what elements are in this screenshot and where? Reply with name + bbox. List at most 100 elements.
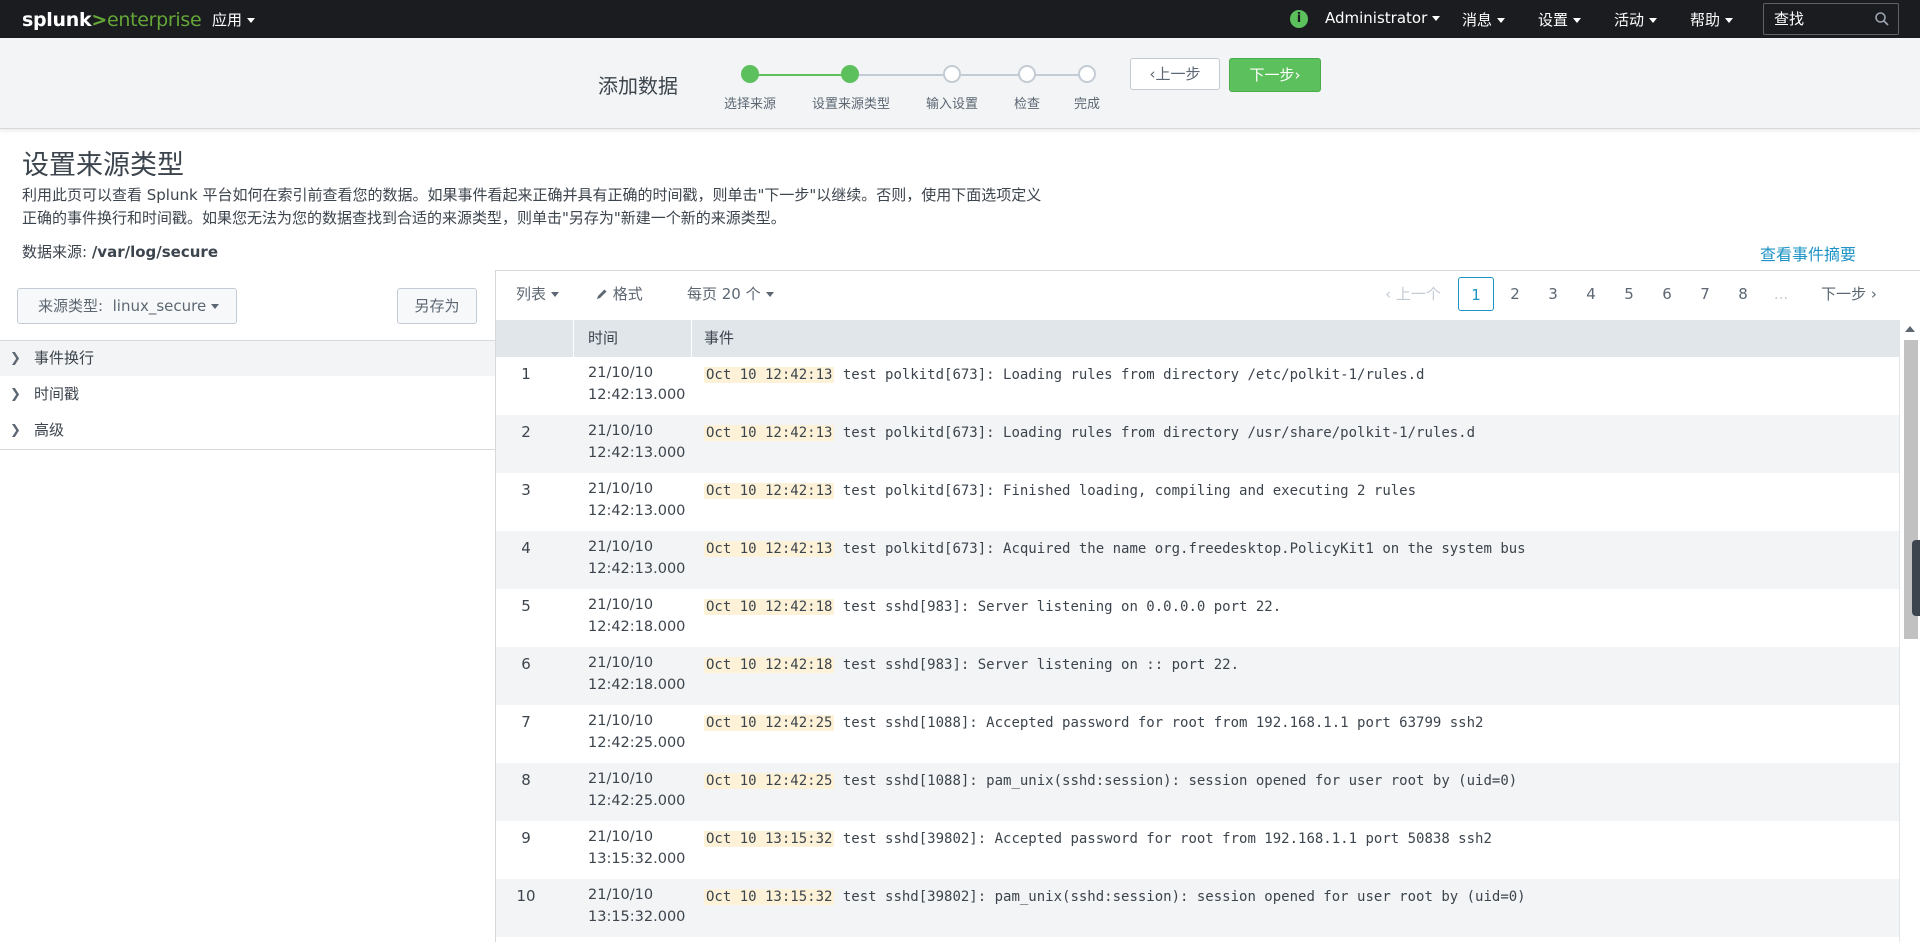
- chevron-right-icon: ›: [1866, 285, 1877, 303]
- event-column-header[interactable]: 事件: [704, 320, 734, 357]
- sourcetype-value: linux_secure: [112, 297, 207, 315]
- table-row[interactable]: 1 21/10/10 12:42:13.000 Oct 10 12:42:13 t…: [496, 357, 1899, 415]
- event-timestamp-highlight: Oct 10 12:42:13: [704, 483, 835, 499]
- event-text: Oct 10 12:42:13 test polkitd[673]: Acqui…: [704, 538, 1526, 560]
- table-row[interactable]: 5 21/10/10 12:42:18.000 Oct 10 12:42:18 t…: [496, 589, 1899, 647]
- accordion-label: 事件换行: [34, 349, 95, 367]
- page-8-button[interactable]: 8: [1728, 277, 1758, 311]
- step-dot-5: [1078, 65, 1096, 83]
- page-4-button[interactable]: 4: [1576, 277, 1606, 311]
- event-clock: 12:42:25.000: [588, 793, 686, 809]
- page-3-button[interactable]: 3: [1538, 277, 1568, 311]
- search-input[interactable]: [1772, 9, 1876, 29]
- wizard-title: 添加数据: [598, 74, 678, 98]
- per-page-dropdown[interactable]: 每页 20 个: [687, 283, 774, 304]
- chevron-right-icon: ›: [1294, 66, 1301, 84]
- event-timestamp-highlight: Oct 10 12:42:13: [704, 541, 835, 557]
- previous-page-button[interactable]: ‹ 上一个: [1378, 277, 1448, 311]
- event-timestamp-highlight: Oct 10 13:15:32: [704, 889, 835, 905]
- logo-chevron: >: [91, 9, 107, 31]
- step-label-4: 检查: [1013, 97, 1041, 112]
- table-row[interactable]: 10 21/10/10 13:15:32.000 Oct 10 13:15:32 …: [496, 879, 1899, 937]
- accordion-timestamp[interactable]: ❯ 时间戳: [0, 377, 495, 412]
- event-text: Oct 10 12:42:18 test sshd[983]: Server l…: [704, 596, 1281, 618]
- page-7-button[interactable]: 7: [1690, 277, 1720, 311]
- view-event-summary-link[interactable]: 查看事件摘要: [1760, 241, 1856, 265]
- info-icon[interactable]: i: [1290, 10, 1308, 28]
- global-search[interactable]: [1763, 3, 1899, 35]
- events-toolbar: 列表 格式 每页 20 个 ‹ 上一个 1 2 3 4 5 6 7 8 ... …: [496, 271, 1920, 320]
- page-description: 利用此页可以查看 Splunk 平台如何在索引前查看您的数据。如果事件看起来正确…: [22, 186, 1042, 227]
- event-time: 21/10/10 12:42:25.000: [588, 768, 685, 812]
- user-menu[interactable]: Administrator: [1325, 9, 1441, 27]
- next-step-button[interactable]: 下一步›: [1229, 58, 1321, 92]
- event-date: 21/10/10: [588, 829, 654, 845]
- step-label-3: 输入设置: [925, 97, 979, 112]
- accordion-event-breaks[interactable]: ❯ 事件换行: [0, 341, 495, 376]
- accordion-advanced[interactable]: ❯ 高级: [0, 413, 495, 448]
- next-step-label: 下一步: [1249, 66, 1295, 84]
- step-connector-done: [750, 74, 850, 76]
- event-time: 21/10/10 12:42:13.000: [588, 362, 685, 406]
- help-menu-label: 帮助: [1690, 11, 1721, 29]
- list-view-dropdown[interactable]: 列表: [516, 283, 560, 304]
- per-page-label: 每页 20 个: [687, 285, 761, 303]
- activity-menu[interactable]: 活动: [1614, 9, 1658, 30]
- page-1-button[interactable]: 1: [1458, 277, 1494, 311]
- event-date: 21/10/10: [588, 771, 654, 787]
- row-number: 5: [521, 597, 531, 615]
- page-2-button[interactable]: 2: [1500, 277, 1530, 311]
- event-clock: 12:42:25.000: [588, 735, 686, 751]
- event-date: 21/10/10: [588, 365, 654, 381]
- help-menu[interactable]: 帮助: [1690, 9, 1734, 30]
- event-clock: 12:42:13.000: [588, 561, 686, 577]
- event-timestamp-highlight: Oct 10 12:42:25: [704, 715, 835, 731]
- table-row[interactable]: 7 21/10/10 12:42:25.000 Oct 10 12:42:25 t…: [496, 705, 1899, 763]
- time-column-header[interactable]: 时间: [588, 320, 618, 357]
- table-row[interactable]: 8 21/10/10 12:42:25.000 Oct 10 12:42:25 t…: [496, 763, 1899, 821]
- logo-splunk-text: splunk: [22, 9, 92, 31]
- table-row[interactable]: 3 21/10/10 12:42:13.000 Oct 10 12:42:13 t…: [496, 473, 1899, 531]
- row-number: 3: [521, 481, 531, 499]
- event-text: Oct 10 12:42:18 test sshd[983]: Server l…: [704, 654, 1239, 676]
- format-button[interactable]: 格式: [596, 283, 643, 304]
- event-message: test sshd[39802]: Accepted password for …: [842, 831, 1492, 847]
- settings-menu[interactable]: 设置: [1538, 9, 1582, 30]
- previous-page-label: 上一个: [1395, 285, 1441, 303]
- previous-step-button[interactable]: ‹上一步: [1130, 58, 1220, 90]
- pencil-icon: [597, 289, 607, 299]
- sourcetype-dropdown[interactable]: 来源类型: linux_secure: [17, 288, 237, 324]
- row-number: 2: [521, 423, 531, 441]
- event-message: test polkitd[673]: Loading rules from di…: [842, 367, 1425, 383]
- caret-down-icon: [1573, 18, 1582, 23]
- table-row[interactable]: 6 21/10/10 12:42:18.000 Oct 10 12:42:18 t…: [496, 647, 1899, 705]
- splunk-logo[interactable]: splunk>enterprise: [22, 9, 202, 31]
- user-menu-label: Administrator: [1325, 9, 1428, 27]
- event-clock: 12:42:18.000: [588, 619, 686, 635]
- page-6-button[interactable]: 6: [1652, 277, 1682, 311]
- messages-menu[interactable]: 消息: [1462, 9, 1506, 30]
- events-scrollbar[interactable]: [1899, 320, 1920, 942]
- scroll-up-arrow-icon[interactable]: [1905, 326, 1915, 332]
- chevron-right-icon: ❯: [10, 351, 21, 366]
- scroll-grip-icon[interactable]: [1912, 540, 1920, 616]
- data-source-value: /var/log/secure: [91, 243, 218, 261]
- event-timestamp-highlight: Oct 10 12:42:18: [704, 599, 835, 615]
- save-as-button[interactable]: 另存为: [397, 288, 477, 324]
- list-view-label: 列表: [516, 285, 547, 303]
- table-row[interactable]: 9 21/10/10 13:15:32.000 Oct 10 13:15:32 t…: [496, 821, 1899, 879]
- event-timestamp-highlight: Oct 10 12:42:18: [704, 657, 835, 673]
- step-dot-1: [741, 65, 759, 83]
- event-text: Oct 10 13:15:32 test sshd[39802]: pam_un…: [704, 886, 1526, 908]
- event-message: test sshd[1088]: Accepted password for r…: [842, 715, 1484, 731]
- search-icon[interactable]: [1874, 11, 1890, 27]
- apps-menu[interactable]: 应用: [212, 9, 256, 30]
- table-row[interactable]: 4 21/10/10 12:42:13.000 Oct 10 12:42:13 t…: [496, 531, 1899, 589]
- next-page-button[interactable]: 下一步 ›: [1814, 277, 1884, 311]
- page-title: 设置来源类型: [22, 150, 184, 181]
- event-date: 21/10/10: [588, 481, 654, 497]
- chevron-left-icon: ‹: [1385, 285, 1396, 303]
- event-time: 21/10/10 12:42:13.000: [588, 420, 685, 464]
- page-5-button[interactable]: 5: [1614, 277, 1644, 311]
- table-row[interactable]: 2 21/10/10 12:42:13.000 Oct 10 12:42:13 t…: [496, 415, 1899, 473]
